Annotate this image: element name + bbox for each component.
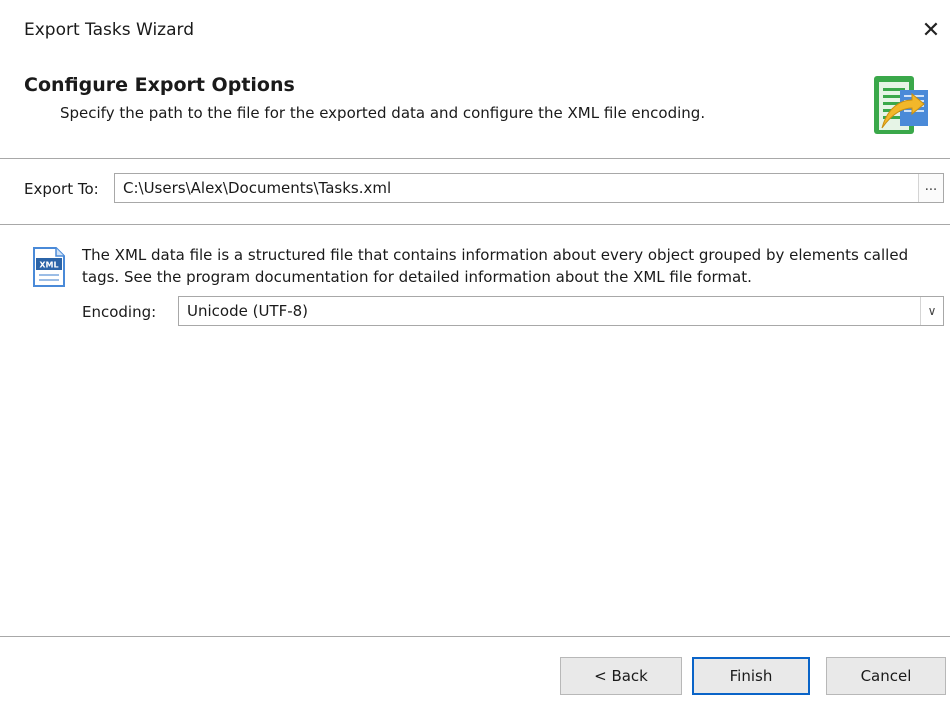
- finish-button[interactable]: Finish: [692, 657, 810, 695]
- encoding-label: Encoding:: [82, 303, 157, 321]
- export-path-field: ...: [114, 173, 944, 203]
- cancel-button[interactable]: Cancel: [826, 657, 946, 695]
- xml-info-text: The XML data file is a structured file t…: [82, 246, 909, 286]
- back-button[interactable]: < Back: [560, 657, 682, 695]
- page-subtitle: Specify the path to the file for the exp…: [60, 104, 706, 122]
- window-title: Export Tasks Wizard: [24, 20, 194, 40]
- export-wizard-dialog: Export Tasks Wizard ✕ Configure Export O…: [0, 0, 950, 704]
- title-bar: Export Tasks Wizard ✕: [0, 12, 950, 52]
- wizard-header: Configure Export Options Specify the pat…: [0, 52, 950, 158]
- section-divider: [0, 224, 950, 225]
- export-to-label: Export To:: [24, 180, 99, 198]
- xml-file-icon: XML: [33, 247, 65, 287]
- export-document-icon: [874, 76, 928, 134]
- header-divider: [0, 158, 950, 159]
- xml-icon-label: XML: [39, 261, 58, 270]
- page-title: Configure Export Options: [24, 74, 295, 96]
- export-path-input[interactable]: [115, 174, 919, 202]
- browse-button[interactable]: ...: [918, 174, 943, 202]
- top-strip: [0, 0, 950, 6]
- close-button[interactable]: ✕: [918, 18, 944, 44]
- encoding-select[interactable]: Unicode (UTF-8) ∨: [178, 296, 944, 326]
- encoding-selected-value: Unicode (UTF-8): [187, 302, 309, 320]
- chevron-down-icon[interactable]: ∨: [920, 297, 943, 325]
- wizard-footer: < Back Finish Cancel: [0, 637, 950, 704]
